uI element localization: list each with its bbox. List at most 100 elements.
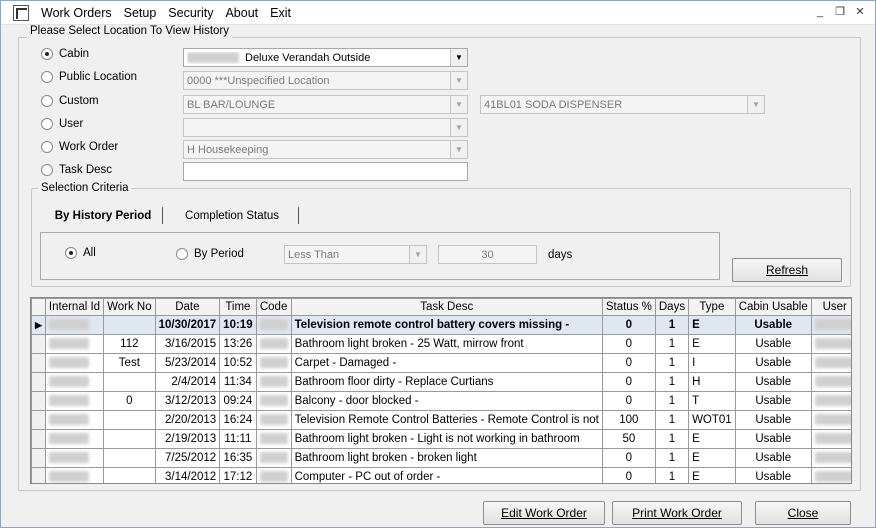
redacted-value [259, 471, 288, 483]
row-indicator[interactable] [31, 429, 46, 449]
menu-setup[interactable]: Setup [118, 6, 163, 20]
cabin-select-value: Deluxe Verandah Outside [245, 51, 371, 64]
task-desc-input[interactable] [183, 162, 468, 181]
cabin-select[interactable]: Deluxe Verandah Outside ▼ [183, 48, 468, 67]
menu-work-orders[interactable]: Work Orders [35, 6, 118, 20]
cell-date: 3/16/2015 [154, 334, 221, 354]
period-unit-label: days [548, 249, 573, 261]
menu-security[interactable]: Security [162, 6, 219, 20]
tab-completion-status[interactable]: Completion Status [167, 206, 297, 225]
redacted-value [814, 338, 851, 350]
cell-cabin-usable: Usable [734, 372, 812, 392]
table-row[interactable]: 7/25/2012 16:35 Bathroom light broken - br… [31, 448, 851, 468]
period-value-input[interactable]: 30 [438, 245, 537, 264]
public-location-select-value: 0000 ***Unspecified Location [187, 74, 330, 87]
radio-public-location-dot [41, 71, 53, 83]
redacted-value [259, 357, 288, 369]
column-header-cabin-usable[interactable]: Cabin Usable [734, 298, 812, 316]
cell-task-desc: Bathroom floor dirty - Replace Curtians [290, 372, 603, 392]
close-button-label: Close [787, 506, 819, 520]
column-header-work-no[interactable]: Work No [103, 298, 156, 316]
refresh-button[interactable]: Refresh [732, 258, 842, 282]
cell-internal-id [44, 467, 105, 483]
table-row[interactable]: Test 5/23/2014 10:52 Carpet - Damaged -01IU… [31, 353, 851, 373]
work-order-history-window: Work Orders Setup Security About Exit _ … [0, 0, 876, 528]
tab-by-history-period[interactable]: By History Period [47, 206, 159, 225]
cell-internal-id [44, 372, 105, 392]
table-row[interactable]: 3/14/2012 17:12 Computer - PC out of order… [31, 467, 851, 483]
radio-cabin[interactable]: Cabin [41, 48, 89, 60]
radio-task-desc[interactable]: Task Desc [41, 164, 112, 176]
print-work-order-label: Print Work Order [632, 506, 722, 520]
restore-icon[interactable]: ❐ [831, 4, 849, 20]
public-location-select[interactable]: 0000 ***Unspecified Location ▼ [183, 71, 468, 90]
column-header-status[interactable]: Status % [601, 298, 656, 316]
row-indicator[interactable] [31, 353, 46, 373]
cell-days: 1 [654, 334, 690, 354]
cell-status: 100 [601, 410, 656, 430]
column-header-task-desc[interactable]: Task Desc [290, 298, 603, 316]
cell-user [810, 391, 851, 411]
period-value: 30 [481, 248, 494, 261]
column-header-internal-id[interactable]: Internal Id [44, 298, 105, 316]
cell-status: 0 [601, 315, 656, 335]
redacted-value [48, 357, 89, 369]
cell-internal-id [44, 410, 105, 430]
user-select[interactable]: ▼ [183, 118, 468, 137]
table-row[interactable]: ▶ 10/30/2017 10:19 Television remote contro… [31, 315, 851, 335]
table-row[interactable]: 2/20/2013 16:24 Television Remote Control … [31, 410, 851, 430]
radio-work-order[interactable]: Work Order [41, 141, 118, 153]
radio-by-period[interactable]: By Period [176, 248, 244, 260]
table-row[interactable]: 2/19/2013 11:11 Bathroom light broken - Li… [31, 429, 851, 449]
cell-work-no [103, 429, 156, 449]
radio-user[interactable]: User [41, 118, 83, 130]
table-row[interactable]: 112 3/16/2015 13:26 Bathroom light broken -… [31, 334, 851, 354]
custom-area-select[interactable]: BL BAR/LOUNGE ▼ [183, 95, 468, 114]
menu-about[interactable]: About [219, 6, 264, 20]
cell-time: 16:24 [219, 410, 257, 430]
cell-user [810, 315, 851, 335]
close-icon[interactable]: ✕ [851, 4, 869, 20]
radio-user-label: User [59, 118, 84, 130]
column-header-user[interactable]: User [810, 298, 851, 316]
custom-equipment-select[interactable]: 41BL01 SODA DISPENSER ▼ [480, 95, 765, 114]
row-indicator[interactable] [31, 334, 46, 354]
cell-time: 10:19 [219, 315, 257, 335]
column-header-time[interactable]: Time [219, 298, 257, 316]
row-indicator[interactable] [31, 467, 46, 483]
radio-all[interactable]: All [65, 247, 96, 259]
custom-area-select-value: BL BAR/LOUNGE [187, 98, 276, 111]
cell-type: E [688, 429, 736, 449]
edit-work-order-button[interactable]: Edit Work Order [483, 501, 605, 525]
row-pointer-icon[interactable]: ▶ [31, 315, 46, 335]
table-row[interactable]: 2/4/2014 11:34 Bathroom floor dirty - Repl… [31, 372, 851, 392]
minimize-icon[interactable]: _ [811, 4, 829, 20]
radio-public-location-label: Public Location [59, 71, 137, 83]
period-operator-select[interactable]: Less Than ▼ [284, 245, 427, 264]
radio-by-period-dot [176, 248, 188, 260]
table-header-row: Internal Id Work No Date Time Code Task … [31, 298, 851, 316]
row-indicator[interactable] [31, 391, 46, 411]
radio-task-desc-label: Task Desc [59, 164, 113, 176]
menu-exit[interactable]: Exit [264, 6, 297, 20]
cell-cabin-usable: Usable [734, 315, 812, 335]
radio-custom[interactable]: Custom [41, 95, 99, 107]
tab-separator [298, 207, 299, 224]
row-indicator[interactable] [31, 372, 46, 392]
row-indicator[interactable] [31, 448, 46, 468]
column-header-days[interactable]: Days [654, 298, 690, 316]
radio-work-order-dot [41, 141, 53, 153]
table-row[interactable]: 0 3/12/2013 09:24 Balcony - door blocked -0… [31, 391, 851, 411]
row-indicator[interactable] [31, 410, 46, 430]
print-work-order-button[interactable]: Print Work Order [612, 501, 742, 525]
close-button[interactable]: Close [755, 501, 851, 525]
cell-type: H [688, 372, 736, 392]
cell-task-desc: Bathroom light broken - Light is not wor… [290, 429, 603, 449]
column-header-code[interactable]: Code [255, 298, 292, 316]
cell-code [255, 334, 292, 354]
column-header-date[interactable]: Date [154, 298, 221, 316]
radio-public-location[interactable]: Public Location [41, 71, 137, 83]
cell-code [255, 315, 292, 335]
column-header-type[interactable]: Type [688, 298, 736, 316]
work-order-select[interactable]: H Housekeeping ▼ [183, 140, 468, 159]
